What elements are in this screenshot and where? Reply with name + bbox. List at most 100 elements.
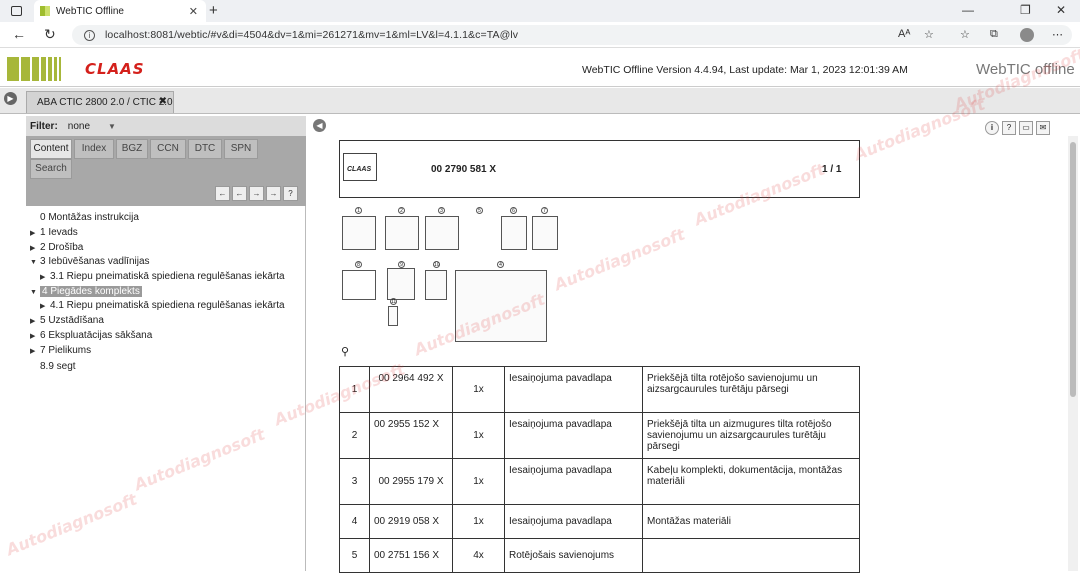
table-cell-pos: 4 [339, 504, 370, 539]
reload-icon[interactable]: ↻ [44, 26, 56, 43]
expand-icon: ▶ [40, 274, 46, 281]
table-cell-type: Iesaiņojuma pavadlapa [504, 366, 643, 413]
collapse-icon: ▼ [30, 259, 37, 266]
table-cell-pos: 5 [339, 538, 370, 573]
panel-tabs: Content Index BGZ CCN DTC SPN Search ← ←… [26, 136, 306, 206]
last-page-button[interactable]: → [266, 186, 281, 201]
address-bar: ← ↻ i localhost:8081/webtic/#v&di=4504&d… [0, 22, 1080, 48]
back-icon[interactable]: ← [12, 26, 26, 42]
window-menu-icon[interactable] [11, 6, 22, 16]
tree-item[interactable]: ▼ 3 Iebūvēšanas vadlīnijas [30, 256, 150, 267]
table-cell-qty: 1x [452, 504, 505, 539]
browser-tab-title: WebTIC Offline [56, 5, 124, 17]
part-9-drawing [387, 268, 415, 300]
part-1-drawing [342, 216, 376, 250]
tab-search[interactable]: Search [30, 159, 72, 179]
page-indicator: 1 / 1 [822, 164, 842, 175]
app-header: CLAAS WebTIC Offline Version 4.4.94, Las… [0, 49, 1080, 87]
part-number: 00 2790 581 X [431, 164, 497, 175]
zoom-icon[interactable]: ⚲ [341, 345, 349, 358]
part-8-drawing [342, 270, 376, 300]
info-icon[interactable]: i [985, 121, 999, 135]
tree-item[interactable]: ▶ 1 Ievads [30, 227, 78, 238]
callout-1: 1 [355, 207, 362, 214]
mail-icon[interactable]: ✉ [1036, 121, 1050, 135]
help-button[interactable]: ? [283, 186, 298, 201]
part-10-drawing [425, 270, 447, 300]
url-field[interactable]: i localhost:8081/webtic/#v&di=4504&dv=1&… [72, 25, 1072, 45]
callout-7: 7 [541, 207, 548, 214]
callout-4: 4 [497, 261, 504, 268]
table-cell-desc: Montāžas materiāli [642, 504, 860, 539]
more-menu-icon[interactable]: ⋯ [1052, 28, 1063, 41]
document-header: CLAAS 00 2790 581 X 1 / 1 [339, 140, 860, 198]
navigation-buttons: ← ← → → ? [215, 186, 298, 201]
table-row: 2 00 2955 152 X 1x Iesaiņojuma pavadlapa… [339, 412, 860, 459]
close-tab-icon[interactable]: ✕ [189, 5, 198, 18]
new-tab-icon[interactable]: + [209, 2, 218, 19]
window-close-icon[interactable]: ✕ [1056, 3, 1066, 17]
site-info-icon[interactable]: i [84, 29, 95, 41]
scrollbar[interactable] [1068, 136, 1078, 571]
close-document-icon[interactable]: ✖ [159, 96, 167, 107]
callout-9: 9 [398, 261, 405, 268]
claas-document-logo: CLAAS [343, 153, 377, 181]
table-cell-desc: Priekšējā tilta un aizmugures tilta rotē… [642, 412, 860, 459]
chevron-down-icon[interactable]: ▼ [108, 122, 116, 131]
scrollbar-thumb[interactable] [1070, 142, 1076, 397]
product-name: WebTIC offline [976, 61, 1075, 78]
tree-item[interactable]: 0 Montāžas instrukcija [30, 212, 139, 223]
tab-bgz[interactable]: BGZ [116, 139, 148, 159]
favorites-bar-icon[interactable]: ☆ [960, 28, 970, 41]
tree-item[interactable]: 8.9 segt [30, 361, 76, 372]
table-row: 3 00 2955 179 X 1x Iesaiņojuma pavadlapa… [339, 458, 860, 505]
tree-item-selected[interactable]: ▼ 4 Piegādes komplekts [30, 286, 142, 297]
first-page-button[interactable]: ← [215, 186, 230, 201]
tab-spn[interactable]: SPN [224, 139, 258, 159]
tree-item[interactable]: ▶ 5 Uzstādīšana [30, 315, 104, 326]
tab-content[interactable]: Content [30, 139, 72, 159]
tree-item[interactable]: ▶ 2 Drošība [30, 242, 83, 253]
table-cell-number: 00 2751 156 X [369, 538, 453, 573]
part-6-drawing [501, 216, 527, 250]
expand-icon: ▶ [30, 245, 36, 252]
minimize-icon[interactable]: — [962, 3, 974, 17]
table-cell-type: Iesaiņojuma pavadlapa [504, 458, 643, 505]
table-cell-number: 00 2964 492 X [369, 366, 453, 413]
table-cell-pos: 3 [339, 458, 370, 505]
expand-icon: ▶ [30, 230, 36, 237]
tab-ccn[interactable]: CCN [150, 139, 186, 159]
part-4-drawing [455, 270, 547, 342]
collapse-panel-icon[interactable]: ◀ [313, 119, 326, 132]
filter-select[interactable]: none [68, 121, 90, 132]
table-row: 5 00 2751 156 X 4x Rotējošais savienojum… [339, 538, 860, 573]
print-icon[interactable]: ▭ [1019, 121, 1033, 135]
table-row: 1 00 2964 492 X 1x Iesaiņojuma pavadlapa… [339, 366, 860, 413]
help-icon[interactable]: ? [1002, 121, 1016, 135]
next-page-button[interactable]: → [249, 186, 264, 201]
table-cell-qty: 1x [452, 458, 505, 505]
read-aloud-icon[interactable]: Aᴬ [898, 28, 910, 40]
part-7-drawing [532, 216, 558, 250]
browser-tab-bar: WebTIC Offline ✕ + — ❐ ✕ [0, 0, 1080, 22]
tree-item[interactable]: ▶ 7 Pielikums [30, 345, 91, 356]
collections-icon[interactable]: ⧉ [990, 28, 998, 41]
collapse-left-icon[interactable]: ▶ [4, 92, 17, 105]
table-cell-type: Iesaiņojuma pavadlapa [504, 504, 643, 539]
tab-dtc[interactable]: DTC [188, 139, 222, 159]
maximize-icon[interactable]: ❐ [1020, 3, 1031, 17]
tree-item[interactable]: ▶ 4.1 Riepu pneimatiskā spiediena regulēš… [40, 300, 285, 311]
claas-logo: CLAAS [85, 60, 145, 78]
expand-icon: ▶ [30, 333, 36, 340]
browser-tab[interactable]: WebTIC Offline ✕ [34, 0, 206, 22]
document-tab[interactable]: ABA CTIC 2800 2.0 / CTIC 2.0 ✖ [26, 91, 174, 113]
tree-item[interactable]: ▶ 6 Ekspluatācijas sākšana [30, 330, 152, 341]
favorite-icon[interactable]: ☆ [924, 28, 934, 41]
tree-item[interactable]: ▶ 3.1 Riepu pneimatiskā spiediena regulēš… [40, 271, 285, 282]
table-cell-number: 00 2955 179 X [369, 458, 453, 505]
document-tab-row: ▶ ABA CTIC 2800 2.0 / CTIC 2.0 ✖ [0, 88, 1080, 114]
profile-avatar[interactable] [1020, 28, 1034, 42]
previous-page-button[interactable]: ← [232, 186, 247, 201]
tab-index[interactable]: Index [74, 139, 114, 159]
document-tab-label: ABA CTIC 2800 2.0 / CTIC 2.0 [37, 97, 173, 108]
